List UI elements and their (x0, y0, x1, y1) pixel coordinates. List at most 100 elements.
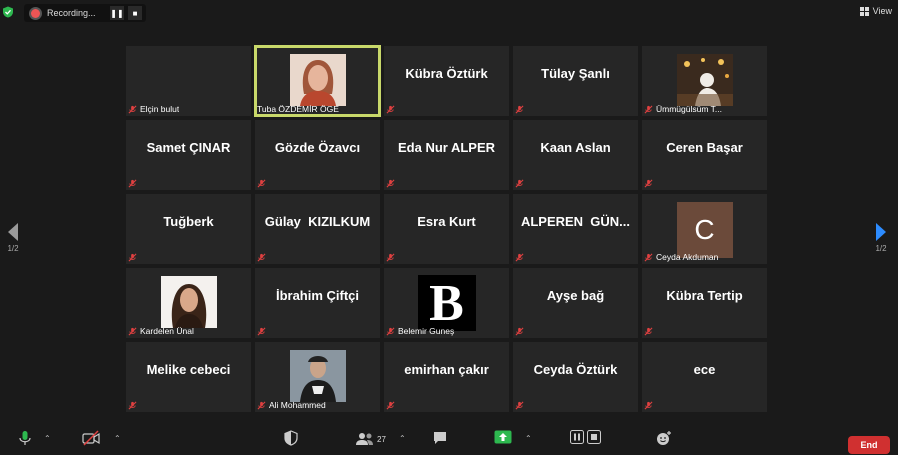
muted-mic-icon (644, 327, 653, 336)
participant-tile[interactable]: Kaan Aslan (513, 120, 638, 190)
participant-photo (160, 276, 217, 328)
participant-photo (289, 350, 346, 402)
participant-name-display: Kaan Aslan (540, 139, 611, 155)
participant-name-display: ece (693, 361, 716, 377)
share-options-chevron-icon[interactable]: ⌃ (525, 434, 532, 443)
participant-tile[interactable]: Elçin bulut (126, 46, 251, 116)
muted-mic-icon (257, 327, 266, 336)
gallery-grid: Elçin bulut Tuba ÖZDEMİR ÖGE Kübra Öztür… (126, 45, 767, 416)
participant-tile[interactable]: Tülay Şanlı (513, 46, 638, 116)
grid-view-icon (859, 6, 869, 16)
muted-mic-icon (386, 253, 395, 262)
page-indicator-left: 1/2 (7, 244, 19, 253)
shield-icon (284, 430, 298, 446)
muted-mic-icon (386, 105, 395, 114)
participant-tile[interactable]: İbrahim Çiftçi (255, 268, 380, 338)
participants-count: 27 (377, 434, 386, 444)
muted-mic-icon (515, 253, 524, 262)
security-button[interactable] (284, 430, 298, 446)
participant-avatar-logo: B (417, 275, 476, 332)
chevron-left-icon (8, 223, 18, 241)
participant-tile[interactable]: Tuğberk (126, 194, 251, 264)
participant-tile[interactable]: Ümmügülsüm T... (642, 46, 767, 116)
share-screen-icon (494, 430, 512, 444)
participant-tile-active-speaker[interactable]: Tuba ÖZDEMİR ÖGE (254, 45, 381, 117)
muted-mic-icon (644, 253, 653, 261)
muted-mic-icon (386, 327, 395, 335)
participant-name-display: Gözde Özavcı (274, 139, 361, 155)
video-off-icon (82, 430, 100, 446)
muted-mic-icon (386, 179, 395, 188)
participant-name-display: Kübra Öztürk (405, 65, 488, 81)
recording-indicator: Recording... ❚❚ ■ (24, 4, 146, 22)
audio-options-chevron-icon[interactable]: ⌃ (44, 434, 51, 443)
video-options-chevron-icon[interactable]: ⌃ (114, 434, 121, 443)
participant-tile[interactable]: Kübra Tertip (642, 268, 767, 338)
participant-tile[interactable]: ece (642, 342, 767, 412)
participant-tile[interactable]: Esra Kurt (384, 194, 509, 264)
participant-tile[interactable]: Ceyda Öztürk (513, 342, 638, 412)
participant-name-display: Kübra Tertip (666, 287, 743, 303)
share-screen-button[interactable] (494, 430, 512, 444)
pause-recording-button[interactable]: ❚❚ (110, 6, 124, 20)
participant-tile[interactable]: Ali Mohammed (255, 342, 380, 412)
muted-mic-icon (257, 179, 266, 188)
participants-options-chevron-icon[interactable]: ⌃ (399, 434, 406, 443)
participant-photo (289, 54, 346, 106)
participant-tile[interactable]: Gülay KIZILKUM (255, 194, 380, 264)
previous-page-button[interactable]: 1/2 (6, 222, 20, 253)
participant-name-display: Samet ÇINAR (146, 139, 231, 155)
participant-name: Tuba ÖZDEMİR ÖGE (257, 104, 339, 114)
muted-mic-icon (644, 179, 653, 188)
participant-tile[interactable]: Kübra Öztürk (384, 46, 509, 116)
participant-name-display: emirhan çakır (404, 361, 489, 377)
recording-controls (570, 430, 601, 444)
mute-button[interactable] (18, 430, 32, 446)
chat-button[interactable] (432, 430, 448, 446)
muted-mic-icon (515, 401, 524, 410)
participant-tile[interactable]: B Belemir Guneş (384, 268, 509, 338)
participant-name-display: Tülay Şanlı (541, 65, 610, 81)
participant-name-display: ALPEREN GÜN... (520, 213, 631, 229)
participant-name-display: Melike cebeci (146, 361, 231, 377)
muted-mic-icon (644, 105, 653, 113)
view-label: View (872, 6, 892, 16)
participant-name-display: Tuğberk (163, 213, 214, 229)
pause-recording-icon[interactable] (570, 430, 584, 444)
muted-mic-icon (128, 179, 137, 188)
muted-mic-icon (515, 327, 524, 336)
chevron-right-icon (876, 223, 886, 241)
participant-photo (676, 54, 733, 106)
participant-avatar-letter: C (676, 202, 733, 258)
muted-mic-icon (128, 105, 137, 113)
participant-tile[interactable]: Samet ÇINAR (126, 120, 251, 190)
participant-name: Ümmügülsüm T... (656, 104, 722, 114)
next-page-button[interactable]: 1/2 (874, 222, 888, 253)
participant-tile[interactable]: Ayşe bağ (513, 268, 638, 338)
participant-name: Belemir Guneş (398, 326, 455, 336)
participant-tile[interactable]: ALPEREN GÜN... (513, 194, 638, 264)
participant-name-display: Gülay KIZILKUM (264, 213, 371, 229)
participant-tile[interactable]: Kardelen Ünal (126, 268, 251, 338)
participant-tile[interactable]: Ceren Başar (642, 120, 767, 190)
start-video-button[interactable] (82, 430, 100, 446)
muted-mic-icon (515, 105, 524, 114)
stop-recording-icon[interactable] (587, 430, 601, 444)
participant-tile[interactable]: Melike cebeci (126, 342, 251, 412)
reactions-button[interactable] (656, 430, 672, 446)
participant-tile[interactable]: emirhan çakır (384, 342, 509, 412)
view-button[interactable]: View (859, 6, 892, 16)
muted-mic-icon (257, 401, 266, 409)
encryption-shield-icon[interactable] (2, 6, 14, 18)
participants-button[interactable]: 27 (356, 432, 386, 446)
end-meeting-button[interactable]: End (848, 436, 890, 454)
stop-recording-button[interactable]: ■ (128, 6, 142, 20)
participant-name: Ali Mohammed (269, 400, 326, 410)
participant-tile[interactable]: C Ceyda Akduman (642, 194, 767, 264)
participant-name: Elçin bulut (140, 104, 180, 114)
muted-mic-icon (386, 401, 395, 410)
muted-mic-icon (257, 253, 266, 262)
participant-tile[interactable]: Eda Nur ALPER (384, 120, 509, 190)
participant-name-display: Ayşe bağ (546, 287, 605, 303)
participant-tile[interactable]: Gözde Özavcı (255, 120, 380, 190)
